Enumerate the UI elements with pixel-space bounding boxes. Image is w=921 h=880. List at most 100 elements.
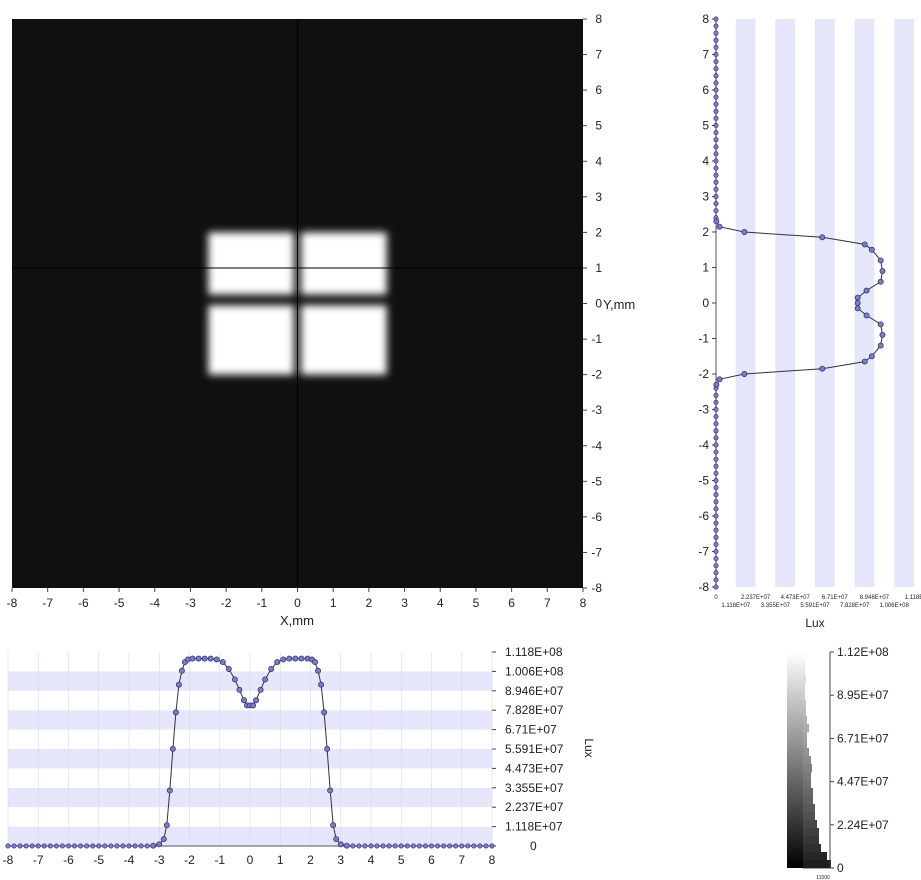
vertical-profile-point: [713, 23, 719, 29]
horizontal-profile-point: [120, 843, 126, 849]
vertical-profile-y-ticks: -8 -7 -6 -5 -4 -3 -2 -1 0 1 2 3 4 5 6 7 8: [698, 12, 716, 594]
horizontal-profile-point: [213, 656, 220, 663]
vertical-profile-point: [713, 101, 719, 107]
vertical-profile-x-tick-label: 3.355E+07: [761, 603, 791, 609]
vertical-profile-x-tick-label: 4.473E+07: [781, 595, 811, 601]
horizontal-profile-point: [386, 843, 392, 849]
horizontal-profile-point: [59, 843, 65, 849]
vertical-profile-point: [713, 208, 719, 214]
horizontal-profile-point: [66, 843, 72, 849]
heatmap-y-tick-label: 8: [595, 12, 602, 26]
horizontal-profile-x-tick-label: 0: [247, 853, 254, 867]
colorbar-histogram-bar: [803, 772, 811, 781]
vertical-profile-y-tick-label: -8: [698, 580, 709, 594]
vertical-profile-point: [713, 548, 719, 554]
horizontal-profile-x-ticks: -8 -7 -6 -5 -4 -3 -2 -1 0 1 2 3 4 5 6 7 8: [3, 853, 496, 867]
colorbar-histogram-bar: [803, 708, 806, 717]
vertical-profile-y-tick-label: -7: [698, 545, 709, 559]
colorbar-histogram-bar: [803, 860, 831, 869]
horizontal-profile-point: [41, 843, 47, 849]
vertical-profile-point: [713, 158, 719, 164]
vertical-profile-point: [819, 234, 826, 241]
vertical-profile-point: [713, 435, 719, 441]
horizontal-profile-point: [17, 843, 23, 849]
horizontal-profile-point: [225, 666, 232, 672]
vertical-profile-point: [713, 414, 719, 420]
colorbar-tick-label: 6.71E+07: [837, 731, 889, 745]
vertical-profile-y-tick-label: 3: [702, 190, 709, 204]
colorbar-tick-label: 4.47E+07: [837, 775, 889, 789]
heatmap-y-tick-label: -5: [591, 474, 602, 488]
stage: -8 -7 -6 -5 -4 -3 -2 -1 0 1 2 3 4 5 6 7 8 -8 -7 -6 -5 -4 -3 -2…: [3, 12, 921, 880]
horizontal-profile-point: [392, 843, 398, 849]
heatmap-y-tick-label: 4: [595, 154, 602, 168]
vertical-profile-point: [713, 137, 719, 143]
heatmap-x-axis-label: X,mm: [280, 613, 314, 628]
horizontal-profile-y-tick-label: 6.71E+07: [505, 723, 557, 737]
heatmap-x-tick-label: -2: [221, 596, 232, 610]
colorbar-histogram-bar: [803, 804, 815, 813]
horizontal-profile-point: [315, 667, 322, 674]
heatmap-y-tick-label: 7: [595, 48, 602, 62]
vertical-profile-point: [713, 470, 719, 476]
colorbar: 0 2.24E+07 4.47E+07 6.71E+07 8.95E+07 1.12E+0…: [787, 645, 889, 880]
horizontal-profile-point: [178, 667, 185, 674]
vertical-profile-band: [795, 19, 815, 587]
vertical-profile-point: [863, 287, 870, 294]
horizontal-profile-point: [447, 843, 453, 849]
vertical-profile-point: [713, 428, 719, 434]
vertical-profile-x-ticks: 0 2.237E+07 4.473E+07 6.71E+07 8.946E+07 1.11…: [714, 595, 921, 609]
heatmap-x-tick-label: 2: [366, 596, 373, 610]
horizontal-profile-x-tick-label: -8: [3, 853, 14, 867]
vertical-profile-point: [713, 492, 719, 498]
vertical-profile-point: [877, 257, 884, 264]
heatmap-x-tick-label: 3: [401, 596, 408, 610]
horizontal-profile-point: [11, 843, 17, 849]
heatmap-x-tick-label: 1: [330, 596, 337, 610]
heatmap-x-tick-label: -7: [42, 596, 53, 610]
vertical-profile-point: [713, 563, 719, 569]
vertical-profile-point: [861, 358, 868, 365]
horizontal-profile-x-tick-label: -5: [93, 853, 104, 867]
horizontal-profile-x-tick-label: 8: [489, 853, 496, 867]
heatmap-y-tick-label: -4: [591, 439, 602, 453]
horizontal-profile-point: [195, 655, 202, 662]
vertical-profile-point: [713, 80, 719, 86]
horizontal-profile-point: [236, 686, 243, 693]
horizontal-profile-point: [138, 843, 144, 849]
illuminated-quadrant: [208, 305, 294, 375]
heatmap-x-tick-label: 8: [580, 596, 587, 610]
vertical-profile-point: [713, 51, 719, 57]
horizontal-profile-point: [286, 655, 293, 662]
vertical-profile-point: [713, 186, 719, 192]
vertical-profile-point: [713, 506, 719, 512]
horizontal-profile-point: [441, 843, 447, 849]
vertical-profile-band: [735, 19, 756, 587]
heatmap-x-tick-label: 4: [437, 596, 444, 610]
horizontal-profile-x-tick-label: -2: [184, 853, 195, 867]
vertical-profile-point: [713, 144, 719, 150]
horizontal-profile-point: [257, 686, 264, 693]
horizontal-profile-point: [435, 843, 441, 849]
vertical-profile-y-tick-label: 0: [702, 296, 709, 310]
vertical-profile-point: [854, 305, 861, 312]
horizontal-profile-point: [108, 843, 114, 849]
illuminated-quadrant: [208, 232, 294, 295]
horizontal-profile-x-tick-label: 6: [428, 853, 435, 867]
horizontal-profile-point: [47, 843, 53, 849]
heatmap-y-tick-label: -3: [591, 403, 602, 417]
vertical-profile-x-tick-label: 5.591E+07: [800, 603, 830, 609]
horizontal-profile-point: [207, 655, 214, 662]
horizontal-profile-y-tick-label: 5.591E+07: [505, 742, 564, 756]
vertical-profile-point: [713, 421, 719, 427]
horizontal-profile-point: [374, 843, 380, 849]
heatmap-x-tick-label: -4: [149, 596, 160, 610]
heatmap-y-tick-label: 1: [595, 261, 602, 275]
heatmap-y-tick-label: 3: [595, 190, 602, 204]
vertical-profile-point: [713, 218, 720, 225]
horizontal-profile-point: [368, 843, 374, 849]
horizontal-profile-y-tick-label: 2.237E+07: [505, 800, 564, 814]
colorbar-tick-label: 1.12E+08: [837, 645, 889, 659]
vertical-profile-point: [713, 541, 719, 547]
horizontal-profile-point: [53, 843, 59, 849]
